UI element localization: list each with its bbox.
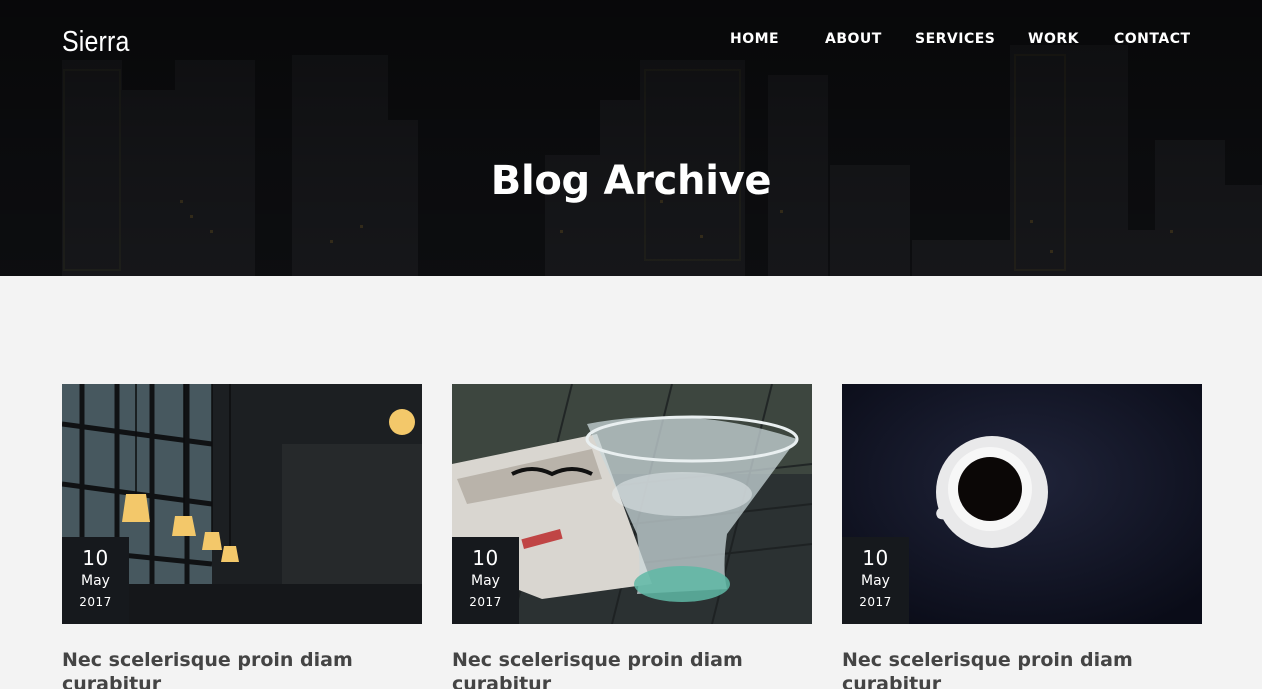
post-card: 10 May 2017 Nec scelerisque proin diam c… xyxy=(452,384,812,689)
post-date-month: May xyxy=(471,573,500,589)
post-date-year: 2017 xyxy=(859,595,892,609)
post-thumbnail[interactable]: 10 May 2017 xyxy=(842,384,1202,624)
hero-banner: Sierra HOME ABOUT SERVICES WORK CONTACT … xyxy=(0,0,1262,276)
post-date-month: May xyxy=(81,573,110,589)
page-title: Blog Archive xyxy=(490,158,772,204)
nav-item-about[interactable]: ABOUT xyxy=(825,31,882,47)
post-card: 10 May 2017 Nec scelerisque proin diam c… xyxy=(842,384,1202,689)
post-thumbnail[interactable]: 10 May 2017 xyxy=(62,384,422,624)
post-date-year: 2017 xyxy=(79,595,112,609)
post-date-day: 10 xyxy=(82,546,109,570)
post-date-day: 10 xyxy=(472,546,499,570)
post-title[interactable]: Nec scelerisque proin diam curabitur xyxy=(452,648,812,689)
post-date-day: 10 xyxy=(862,546,889,570)
post-date-badge: 10 May 2017 xyxy=(452,537,519,624)
post-title[interactable]: Nec scelerisque proin diam curabitur xyxy=(62,648,422,689)
nav-item-services[interactable]: SERVICES xyxy=(915,31,995,47)
main-nav: HOME ABOUT SERVICES WORK CONTACT xyxy=(0,31,1262,51)
post-date-month: May xyxy=(861,573,890,589)
nav-item-home[interactable]: HOME xyxy=(730,31,779,47)
post-date-year: 2017 xyxy=(469,595,502,609)
post-card: 10 May 2017 Nec scelerisque proin diam c… xyxy=(62,384,422,689)
nav-item-work[interactable]: WORK xyxy=(1028,31,1079,47)
nav-item-contact[interactable]: CONTACT xyxy=(1114,31,1191,47)
post-date-badge: 10 May 2017 xyxy=(842,537,909,624)
post-thumbnail[interactable]: 10 May 2017 xyxy=(452,384,812,624)
post-title[interactable]: Nec scelerisque proin diam curabitur xyxy=(842,648,1202,689)
post-date-badge: 10 May 2017 xyxy=(62,537,129,624)
